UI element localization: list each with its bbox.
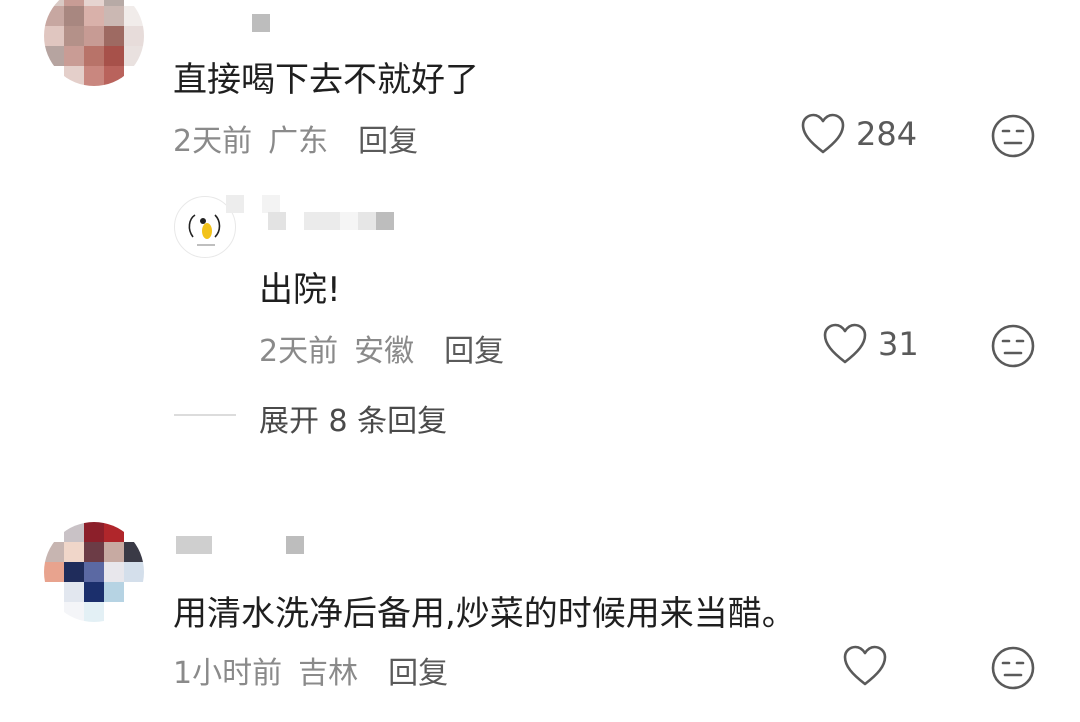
reply-username-mosaic-2 (268, 212, 394, 230)
avatar[interactable] (44, 522, 144, 622)
neutral-face-icon[interactable] (990, 113, 1036, 159)
like-button[interactable]: 284 (800, 112, 917, 156)
comment-text: 直接喝下去不就好了 (173, 60, 479, 100)
reply-location: 安徽 (354, 334, 415, 369)
expand-replies-button[interactable]: 展开 8 条回复 (259, 396, 447, 440)
reply-text: 出院! (259, 270, 341, 310)
comment-section: 直接喝下去不就好了 2天前 广东 回复 284 出院! 2天前 安徽 回复 31… (0, 0, 1080, 722)
username-mosaic[interactable] (252, 14, 270, 32)
comment-location: 广东 (268, 124, 329, 159)
reply-like-count: 31 (878, 325, 919, 363)
comment-time: 2天前 (173, 124, 253, 159)
comment-meta: 2天前 广东 回复 (173, 116, 418, 160)
reply-like-button[interactable]: 31 (822, 322, 919, 366)
expand-divider (174, 414, 236, 416)
reply-username-mosaic[interactable] (226, 195, 280, 213)
username-mosaic-2 (286, 536, 304, 554)
comment-time: 1小时前 (173, 656, 283, 691)
like-button[interactable] (842, 644, 888, 688)
reply-button[interactable]: 回复 (444, 334, 504, 369)
neutral-face-icon[interactable] (990, 645, 1036, 691)
reply-button[interactable]: 回复 (358, 124, 418, 159)
heart-outline-icon (843, 645, 887, 686)
like-count: 284 (856, 115, 918, 153)
heart-outline-icon (823, 323, 867, 364)
heart-outline-icon (801, 113, 845, 154)
reply-meta: 2天前 安徽 回复 (259, 326, 504, 370)
reply-button[interactable]: 回复 (388, 656, 448, 691)
avatar[interactable] (44, 0, 144, 86)
neutral-face-icon[interactable] (990, 323, 1036, 369)
username-mosaic[interactable] (176, 536, 212, 554)
comment-meta: 1小时前 吉林 回复 (173, 648, 448, 692)
reply-time: 2天前 (259, 334, 339, 369)
comment-location: 吉林 (298, 656, 359, 691)
comment-text: 用清水洗净后备用,炒菜的时候用来当醋。 (173, 594, 796, 634)
